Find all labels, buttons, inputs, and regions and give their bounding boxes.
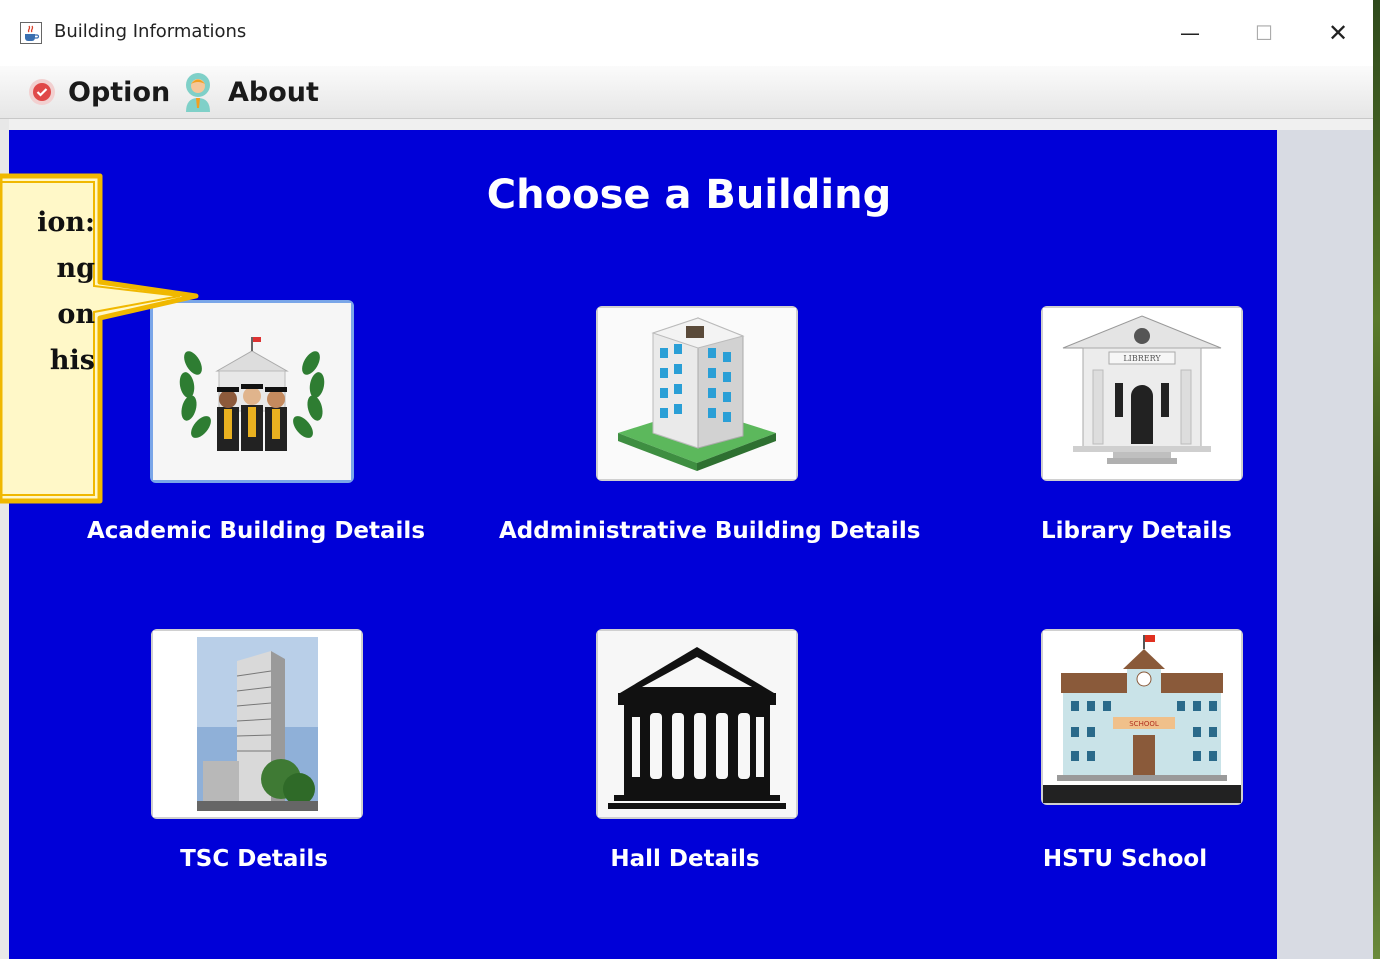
administrative-building-button[interactable] xyxy=(596,306,798,481)
callout-text: ion: ng on his xyxy=(0,200,95,384)
close-button[interactable]: ✕ xyxy=(1316,14,1360,52)
menu-option[interactable]: Option xyxy=(28,74,170,110)
administrative-building-label: Addministrative Building Details xyxy=(499,518,921,544)
callout-line: ng xyxy=(56,253,95,284)
menu-about[interactable]: About xyxy=(180,73,319,112)
callout-line: ion: xyxy=(37,207,95,238)
hall-label: Hall Details xyxy=(610,846,760,872)
hall-building-icon xyxy=(598,631,796,817)
library-button[interactable]: LIBRERY xyxy=(1041,306,1243,481)
library-building-icon: LIBRERY xyxy=(1043,308,1241,479)
office-building-icon xyxy=(598,308,796,479)
close-icon: ✕ xyxy=(1327,19,1349,47)
tower-building-icon xyxy=(153,631,361,817)
window-title: Building Informations xyxy=(54,21,247,42)
title-bar: Building Informations — ☐ ✕ xyxy=(0,0,1373,66)
hstu-school-button[interactable]: SCHOOL xyxy=(1041,629,1243,805)
app-window: Building Informations — ☐ ✕ Option About xyxy=(0,0,1373,959)
hstu-school-label: HSTU School xyxy=(1042,846,1208,872)
maximize-icon: ☐ xyxy=(1255,21,1273,45)
callout-line: on xyxy=(57,299,95,330)
tsc-label: TSC Details xyxy=(180,846,328,872)
maximize-button[interactable]: ☐ xyxy=(1242,14,1286,52)
menu-about-label: About xyxy=(228,76,319,108)
school-sign: SCHOOL xyxy=(1129,720,1159,728)
person-icon xyxy=(186,73,210,112)
desktop-background-strip xyxy=(1372,0,1380,959)
hall-button[interactable] xyxy=(596,629,798,819)
library-label: Library Details xyxy=(1041,518,1232,544)
red-circle-icon xyxy=(29,79,55,105)
java-cup-icon xyxy=(20,22,42,44)
school-building-icon: SCHOOL xyxy=(1043,631,1241,803)
academic-building-label: Academic Building Details xyxy=(86,518,426,544)
menu-bar: Option About xyxy=(0,66,1373,119)
minimize-button[interactable]: — xyxy=(1168,14,1212,52)
menu-option-label: Option xyxy=(68,76,171,108)
library-sign: LIBRERY xyxy=(1123,354,1161,363)
minimize-icon: — xyxy=(1180,21,1200,45)
right-side-panel xyxy=(1277,130,1373,959)
tsc-button[interactable] xyxy=(151,629,363,819)
callout-line: his xyxy=(49,345,95,376)
